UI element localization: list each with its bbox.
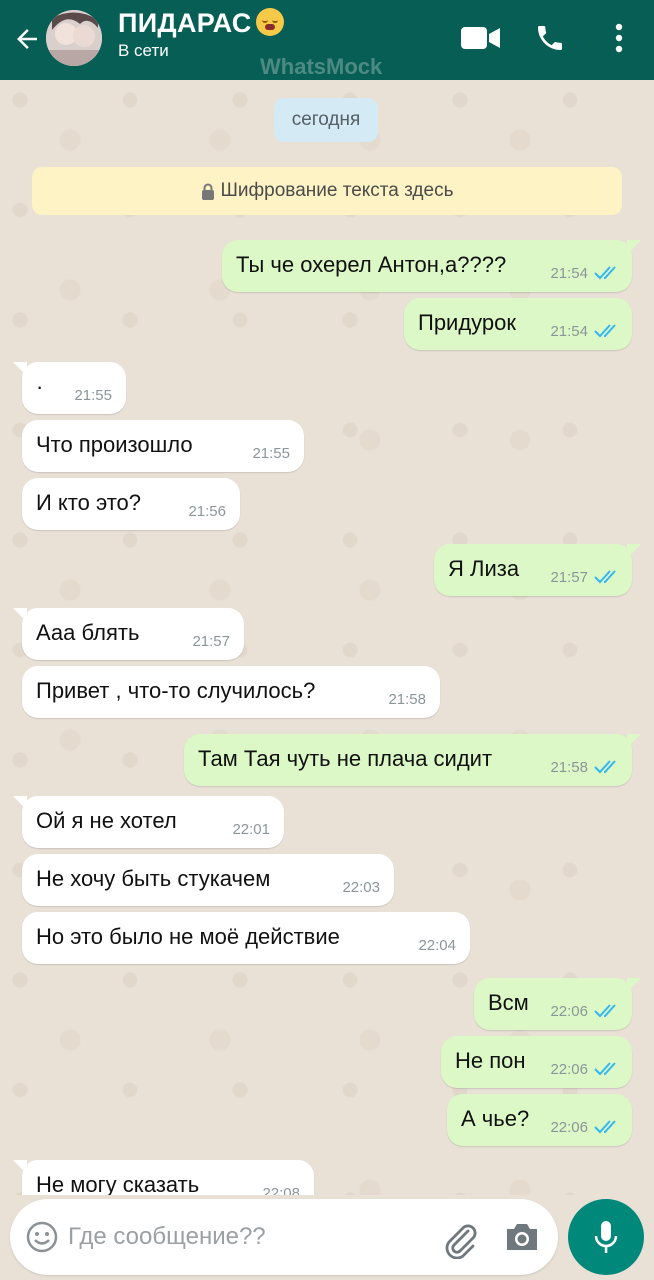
message-bubble-incoming[interactable]: · 21:55 (13, 362, 126, 414)
message-text: Придурок (418, 310, 517, 335)
contact-title[interactable]: ПИДАРАС В сети (118, 8, 284, 61)
message-text: Но это было не моё действие (36, 924, 340, 949)
message-text: Ты че охерел Антон,а???? (236, 252, 507, 277)
message-time: 21:54 (550, 323, 588, 340)
message-time: 21:55 (252, 445, 290, 462)
message-text: Там Тая чуть не плача сидит (198, 746, 493, 771)
message-bubble-incoming[interactable]: Что произошло 21:55 (22, 420, 304, 472)
contact-avatar[interactable] (46, 10, 102, 66)
message-text: А чье? (461, 1106, 530, 1131)
message-bubble-incoming[interactable]: Ой я не хотел 22:01 (13, 796, 284, 848)
read-receipt-icon (594, 1120, 616, 1134)
contact-status: В сети (118, 41, 169, 60)
message-text: Привет , что-то случилось? (36, 678, 316, 703)
message-text: Не могу сказать (36, 1172, 200, 1195)
message-bubble-incoming[interactable]: Привет , что-то случилось? 21:58 (22, 666, 440, 718)
read-receipt-icon (594, 324, 616, 338)
more-options-button[interactable] (604, 18, 634, 58)
more-vert-icon (615, 23, 623, 53)
message-bubble-outgoing[interactable]: Всм 22:06 (474, 978, 641, 1030)
message-input-container[interactable] (10, 1199, 558, 1275)
voice-record-button[interactable] (568, 1199, 644, 1275)
message-time: 22:06 (550, 1119, 588, 1136)
message-bubble-incoming[interactable]: Не хочу быть стукачем 22:03 (22, 854, 394, 906)
watermark: WhatsMock (260, 54, 383, 79)
read-receipt-icon (594, 760, 616, 774)
camera-icon[interactable] (504, 1221, 540, 1253)
message-time: 21:56 (188, 503, 226, 520)
message-text: И кто это? (36, 490, 142, 515)
message-text: Ааа блять (36, 620, 140, 645)
message-time: 21:54 (550, 265, 588, 282)
message-time: 21:57 (550, 569, 588, 586)
back-button[interactable] (10, 22, 44, 56)
message-time: 22:06 (550, 1061, 588, 1078)
voice-call-button[interactable] (530, 18, 570, 58)
encryption-notice-text: Шифрование текста здесь (220, 180, 454, 201)
video-call-button[interactable] (460, 18, 502, 58)
message-time: 22:08 (262, 1185, 300, 1195)
message-time: 22:01 (232, 821, 270, 838)
read-receipt-icon (594, 266, 616, 280)
message-time: 22:06 (550, 1003, 588, 1020)
message-text: Всм (488, 990, 529, 1015)
back-arrow-icon (17, 29, 37, 49)
chat-header: ПИДАРАС В сети WhatsMock (0, 0, 654, 80)
message-text: Я Лиза (448, 556, 520, 581)
read-receipt-icon (594, 570, 616, 584)
date-separator: сегодня (274, 98, 378, 142)
message-bubble-outgoing[interactable]: Ты че охерел Антон,а???? 21:54 (222, 240, 641, 292)
message-bubble-incoming[interactable]: Не могу сказать 22:08 (13, 1160, 314, 1195)
message-bubble-incoming[interactable]: Ааа блять 21:57 (13, 608, 244, 660)
message-bubble-outgoing[interactable]: Придурок 21:54 (404, 298, 632, 350)
message-bubble-outgoing[interactable]: Там Тая чуть не плача сидит 21:58 (184, 734, 641, 786)
message-text: · (36, 374, 44, 399)
video-call-icon (461, 27, 500, 49)
emoji-icon[interactable] (26, 1221, 58, 1253)
encryption-notice[interactable]: Шифрование текста здесь (32, 167, 622, 215)
message-text: Ой я не хотел (36, 808, 177, 833)
phone-icon (538, 26, 562, 50)
message-bubble-incoming[interactable]: Но это было не моё действие 22:04 (22, 912, 470, 964)
lock-icon (201, 183, 214, 200)
read-receipt-icon (594, 1062, 616, 1076)
message-bubble-incoming[interactable]: И кто это? 21:56 (22, 478, 240, 530)
message-time: 22:03 (342, 879, 380, 896)
message-text: Что произошло (36, 432, 193, 457)
paperclip-icon[interactable] (440, 1219, 480, 1259)
message-bubble-outgoing[interactable]: А чье? 22:06 (447, 1094, 632, 1146)
message-input[interactable] (68, 1215, 438, 1259)
message-bubble-outgoing[interactable]: Я Лиза 21:57 (434, 544, 641, 596)
chat-area[interactable]: сегодня Шифрование текста здесь Ты че ох… (0, 80, 654, 1195)
microphone-icon (594, 1221, 618, 1253)
read-receipt-icon (594, 1004, 616, 1018)
message-time: 22:04 (418, 937, 456, 954)
message-text: Не пон (455, 1048, 526, 1073)
composer-bar (0, 1195, 654, 1280)
message-time: 21:55 (74, 387, 112, 404)
message-bubble-outgoing[interactable]: Не пон 22:06 (441, 1036, 632, 1088)
message-time: 21:58 (388, 691, 426, 708)
message-text: Не хочу быть стукачем (36, 866, 271, 891)
message-time: 21:57 (192, 633, 230, 650)
message-time: 21:58 (550, 759, 588, 776)
contact-name: ПИДАРАС (118, 8, 252, 38)
steam-face-emoji-icon (255, 8, 284, 36)
